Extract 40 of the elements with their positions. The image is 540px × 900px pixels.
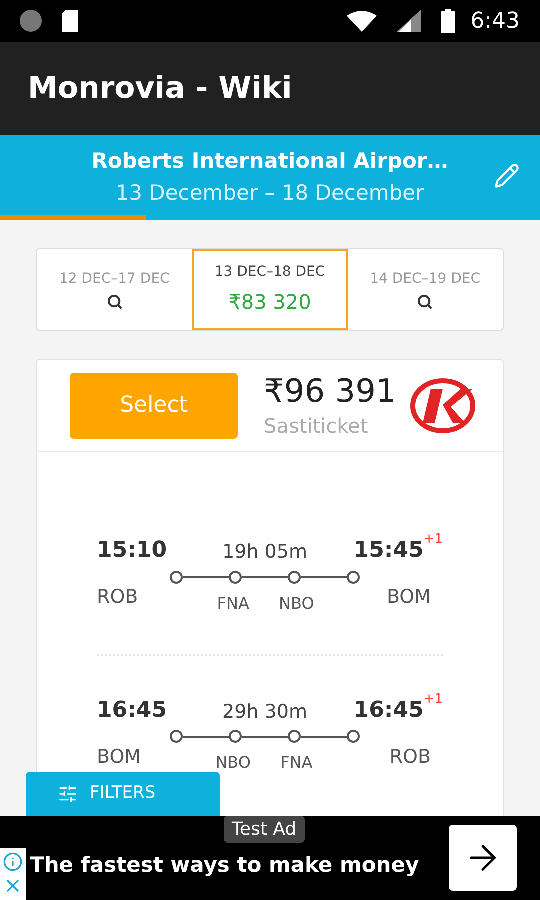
flight-duration: 19h 05m [222, 540, 308, 565]
arrival-time: 15:45 [354, 537, 424, 565]
travel-dates: 13 December – 18 December [116, 180, 424, 206]
test-ad-label: Test Ad [224, 816, 305, 843]
ad-text[interactable]: The fastest ways to make money [30, 850, 449, 882]
offer-price: ₹96 391 [264, 370, 396, 410]
stopover-airport: NBO [214, 752, 252, 774]
next-day-label: +1 [424, 690, 443, 708]
clock: 6:43 [470, 8, 520, 36]
next-day-label: +1 [424, 531, 443, 549]
arrival-airport: BOM [386, 585, 432, 610]
info-icon[interactable] [3, 852, 23, 872]
sd-card-icon [62, 10, 78, 32]
select-button[interactable]: Select [70, 372, 238, 438]
departure-airport: ROB [97, 585, 140, 610]
search-icon [106, 294, 123, 310]
departure-airport: BOM [97, 744, 142, 770]
filters-button[interactable]: FILTERS [26, 772, 220, 816]
date-tab[interactable]: 13 DEC–18 DEC ₹83 320 [192, 249, 348, 330]
departure-time: 15:10 [97, 537, 167, 565]
route-title: Roberts International Airpor… [92, 148, 448, 175]
ad-arrow-button[interactable] [449, 825, 517, 891]
filter-icon [58, 784, 78, 804]
stopover-airport: FNA [216, 592, 250, 614]
arrival-time: 16:45 [354, 696, 424, 724]
agency-name: Sastiticket [264, 412, 370, 440]
battery-icon [440, 9, 455, 33]
date-tab[interactable]: 14 DEC–19 DEC [348, 249, 503, 330]
app-title: Monrovia - Wiki [28, 70, 292, 108]
stopover-airport: FNA [280, 752, 314, 774]
date-tab[interactable]: 12 DEC–17 DEC [37, 249, 192, 330]
stopover-airport: NBO [278, 592, 316, 614]
flight-duration: 29h 30m [222, 700, 308, 724]
signal-icon [396, 10, 421, 32]
arrival-airport: ROB [390, 744, 432, 770]
departure-time: 16:45 [97, 696, 167, 724]
wifi-icon [346, 10, 377, 32]
edit-icon[interactable] [494, 163, 520, 189]
search-icon [417, 294, 434, 310]
tab-price: ₹83 320 [228, 289, 312, 316]
